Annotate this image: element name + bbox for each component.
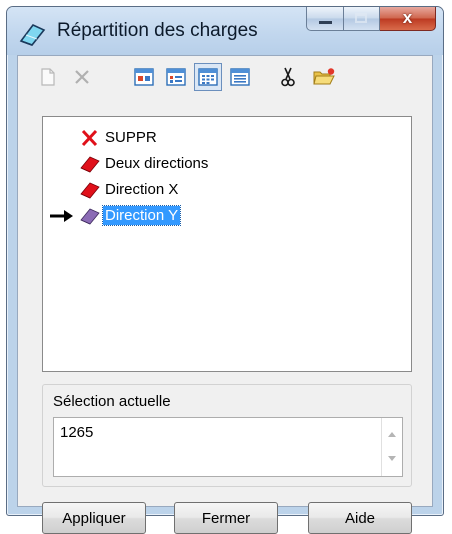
red-eraser-icon (80, 182, 100, 199)
scroll-up-icon[interactable] (388, 432, 396, 437)
maximize-button (344, 7, 380, 31)
large-icons-view-icon (134, 68, 154, 86)
help-button[interactable]: Aide (308, 502, 412, 534)
new-icon (41, 68, 55, 86)
list-item-selected[interactable]: Direction Y (43, 203, 411, 229)
current-selection-field[interactable]: 1265 (53, 417, 403, 477)
cut-icon (281, 67, 295, 87)
list-item-label: Deux directions (105, 155, 209, 172)
dialog-body: SUPPR Deux directions Direction X Direct… (17, 55, 433, 534)
item-tree[interactable]: SUPPR Deux directions Direction X Direct… (42, 116, 412, 372)
selection-scrollbar[interactable] (381, 418, 402, 476)
caption-buttons: x (306, 7, 436, 31)
red-eraser-icon (80, 156, 100, 173)
current-selection-group: Sélection actuelle 1265 (42, 384, 412, 487)
scroll-down-icon[interactable] (388, 456, 396, 461)
list-item-label: SUPPR (105, 129, 157, 146)
close-dialog-button[interactable]: Fermer (174, 502, 278, 534)
cut-button[interactable] (274, 63, 302, 91)
purple-eraser-icon (80, 208, 100, 225)
open-folder-button[interactable] (310, 63, 338, 91)
list-item-label: Direction X (105, 181, 179, 198)
title-bar[interactable]: Répartition des charges x (7, 7, 443, 55)
list-view-button[interactable] (194, 63, 222, 91)
small-icons-view-icon (166, 68, 186, 86)
red-x-icon (81, 129, 98, 147)
maximize-icon (355, 13, 367, 23)
list-item[interactable]: Direction X (43, 177, 411, 203)
new-button (34, 63, 62, 91)
list-item[interactable]: Deux directions (43, 151, 411, 177)
app-eraser-icon (19, 24, 46, 46)
apply-button[interactable]: Appliquer (42, 502, 146, 534)
toolbar (18, 56, 432, 100)
minimize-icon (319, 21, 332, 24)
dialog-window: Répartition des charges x SUPPR Deux dir… (6, 6, 444, 534)
current-selection-value: 1265 (60, 424, 94, 441)
close-button[interactable]: x (380, 7, 436, 31)
current-selection-label: Sélection actuelle (53, 393, 171, 410)
list-item-label: Direction Y (101, 205, 182, 226)
list-view-icon (198, 68, 218, 86)
details-view-icon (230, 68, 250, 86)
delete-icon (75, 70, 89, 84)
delete-button (68, 63, 96, 91)
minimize-button[interactable] (306, 7, 344, 31)
list-item[interactable]: SUPPR (43, 125, 411, 151)
open-folder-icon (313, 68, 335, 85)
close-icon: x (402, 8, 413, 27)
large-icons-view-button[interactable] (130, 63, 158, 91)
details-view-button[interactable] (226, 63, 254, 91)
small-icons-view-button[interactable] (162, 63, 190, 91)
arrow-right-icon (50, 210, 73, 222)
window-title: Répartition des charges (57, 20, 258, 41)
